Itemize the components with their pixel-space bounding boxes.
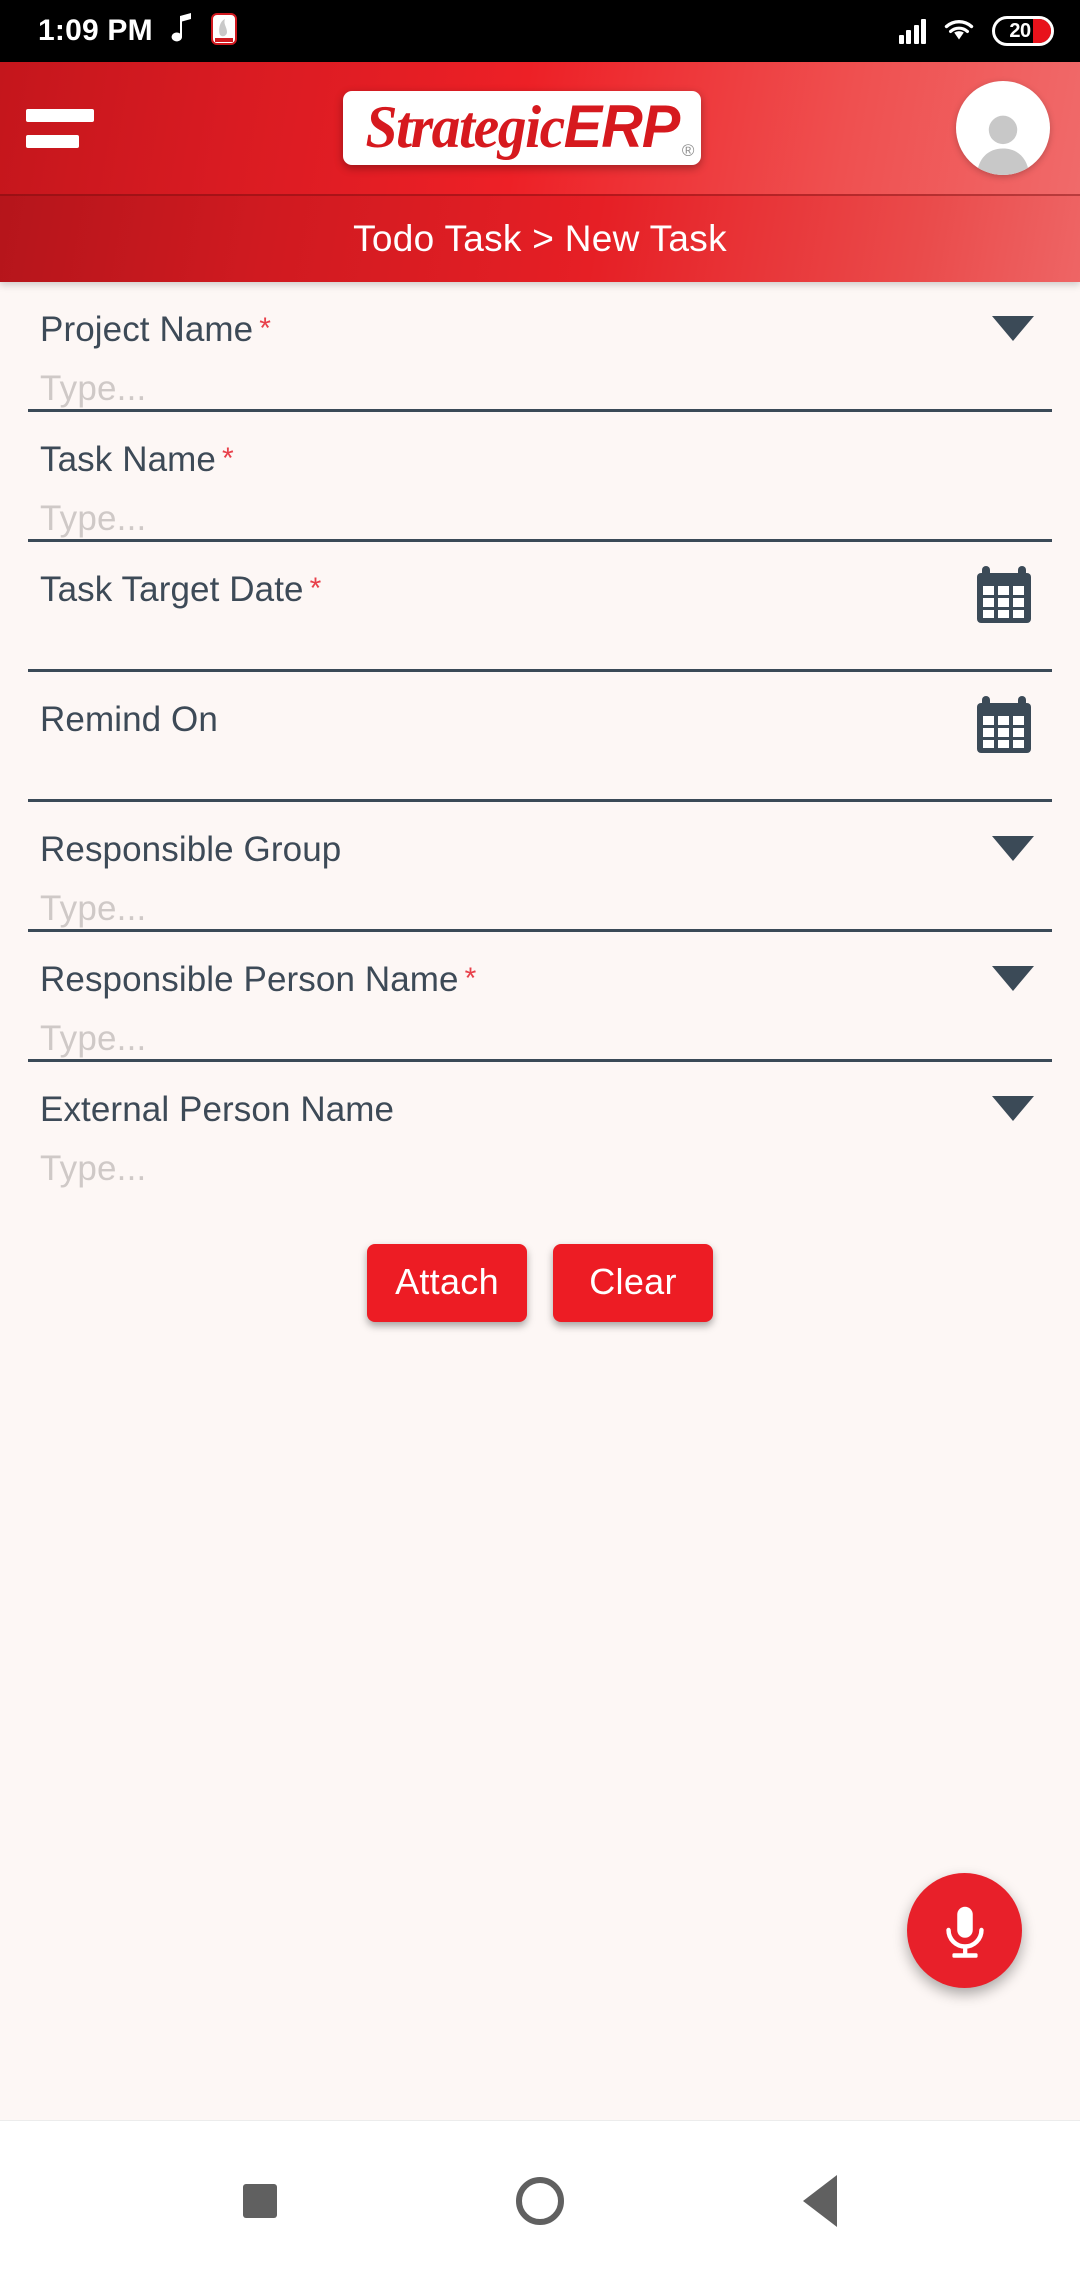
field-task-name[interactable]: Task Name * Type... [28, 412, 1052, 542]
chevron-down-icon[interactable] [992, 836, 1034, 861]
app-header: StrategicERP ® [0, 62, 1080, 194]
required-marker: * [309, 572, 322, 605]
field-label-text: Responsible Group [40, 830, 342, 869]
triangle-back-icon[interactable] [760, 2141, 880, 2261]
field-project-name[interactable]: Project Name * Type... [28, 282, 1052, 412]
field-label-text: Project Name [40, 310, 254, 349]
status-bar-right: 20 [898, 15, 1054, 48]
field-label-text: External Person Name [40, 1090, 395, 1129]
microphone-fab-button[interactable] [907, 1873, 1022, 1988]
field-task-target-date[interactable]: Task Target Date * [28, 542, 1052, 672]
task-form: Project Name * Type... Task Name * Type.… [0, 282, 1080, 2120]
android-navigation-bar [0, 2120, 1080, 2280]
responsible-group-input[interactable]: Type... [28, 891, 1052, 926]
status-bar: 1:09 PM 20 [0, 0, 1080, 62]
field-label: Remind On [28, 702, 1052, 737]
field-remind-on[interactable]: Remind On [28, 672, 1052, 802]
field-label: Task Name * [28, 442, 1052, 477]
hamburger-line [26, 108, 94, 122]
battery-fill [1033, 19, 1051, 43]
status-clock: 1:09 PM [38, 14, 153, 47]
form-action-buttons: Attach Clear [28, 1244, 1052, 1322]
field-label: Project Name * [28, 312, 1052, 347]
chevron-down-icon[interactable] [992, 316, 1034, 341]
hamburger-menu-icon[interactable] [22, 108, 94, 148]
hamburger-line [26, 134, 79, 148]
required-marker: * [259, 312, 271, 345]
required-marker: * [464, 962, 477, 995]
battery-indicator: 20 [992, 16, 1054, 46]
clear-button[interactable]: Clear [553, 1244, 713, 1322]
calendar-icon[interactable] [976, 696, 1032, 754]
field-label-text: Task Name [40, 440, 216, 479]
responsible-person-name-input[interactable]: Type... [28, 1021, 1052, 1056]
signal-icon [898, 18, 926, 44]
circle-home-icon[interactable] [480, 2141, 600, 2261]
field-label: External Person Name [28, 1092, 1052, 1127]
breadcrumb-text: Todo Task > New Task [353, 218, 727, 259]
square-recents-icon[interactable] [200, 2141, 320, 2261]
battery-level-text: 20 [1009, 19, 1031, 42]
app-notification-icon [210, 12, 237, 50]
external-person-name-input[interactable]: Type... [28, 1151, 1052, 1186]
microphone-icon [945, 1906, 984, 1958]
project-name-input[interactable]: Type... [28, 371, 1052, 406]
logo-strategic: Strategic [365, 94, 565, 160]
field-label: Responsible Person Name * [28, 962, 1052, 997]
field-label: Responsible Group [28, 832, 1052, 867]
status-bar-left: 1:09 PM [38, 12, 237, 50]
music-note-icon [169, 12, 195, 50]
field-responsible-person-name[interactable]: Responsible Person Name * Type... [28, 932, 1052, 1062]
logo-text: StrategicERP [365, 93, 680, 160]
wifi-icon [941, 15, 977, 48]
field-label-text: Remind On [40, 700, 218, 739]
logo-erp: ERP [563, 93, 680, 160]
attach-button[interactable]: Attach [367, 1244, 527, 1322]
chevron-down-icon[interactable] [992, 966, 1034, 991]
user-avatar-icon[interactable] [956, 81, 1050, 175]
field-responsible-group[interactable]: Responsible Group Type... [28, 802, 1052, 932]
field-label-text: Task Target Date [40, 570, 304, 609]
registered-trademark-icon: ® [681, 141, 695, 160]
task-name-input[interactable]: Type... [28, 501, 1052, 536]
field-label-text: Responsible Person Name [40, 960, 459, 999]
calendar-icon[interactable] [976, 566, 1032, 624]
chevron-down-icon[interactable] [992, 1096, 1034, 1121]
field-label: Task Target Date * [28, 572, 1052, 607]
breadcrumb: Todo Task > New Task [0, 194, 1080, 282]
app-logo: StrategicERP ® [342, 91, 702, 165]
required-marker: * [221, 442, 234, 475]
field-external-person-name[interactable]: External Person Name Type... [28, 1062, 1052, 1192]
